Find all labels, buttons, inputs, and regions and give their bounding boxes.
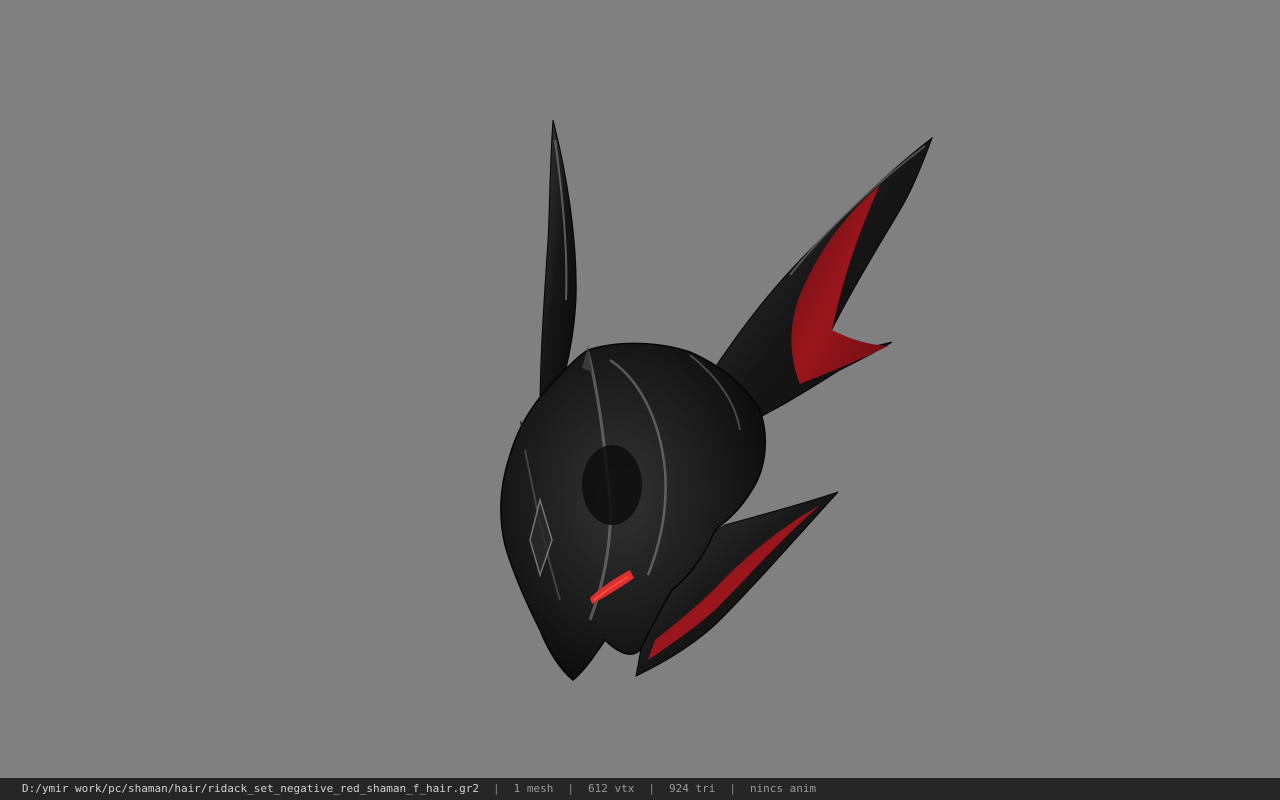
status-separator: | [648, 782, 655, 795]
status-separator: | [729, 782, 736, 795]
status-separator: | [492, 782, 500, 795]
animation-status: nincs anim [749, 782, 817, 795]
triangle-count: 924 tri [668, 782, 716, 795]
vertex-count: 612 vtx [587, 782, 635, 795]
file-path-label: D:/ymir work/pc/shaman/hair/ridack_set_n… [22, 782, 479, 795]
status-bar: D:/ymir work/pc/shaman/hair/ridack_set_n… [0, 778, 1280, 800]
mesh-count: 1 mesh [513, 782, 554, 795]
status-separator: | [567, 782, 574, 795]
eye-socket [582, 445, 642, 525]
helmet-model[interactable] [0, 0, 1280, 778]
3d-viewport[interactable] [0, 0, 1280, 778]
